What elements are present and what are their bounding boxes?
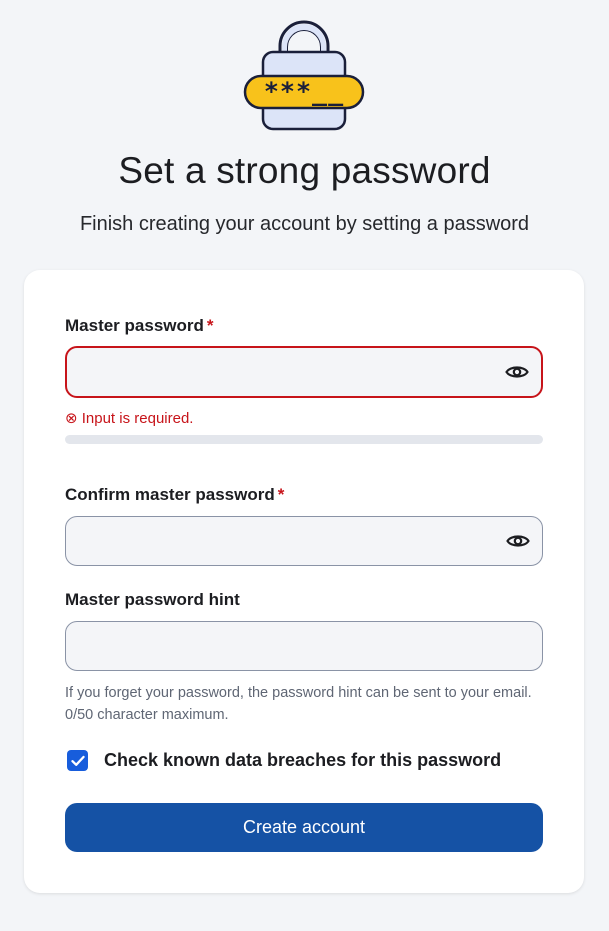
page-title: Set a strong password (118, 150, 491, 191)
master-password-label: Master password * (65, 316, 214, 336)
password-hint-input[interactable] (80, 622, 480, 670)
password-hint-help-text: If you forget your password, the passwor… (65, 685, 532, 723)
checkmark-icon (70, 755, 85, 766)
breach-check-checkbox[interactable] (67, 750, 88, 771)
breach-check-label[interactable]: Check known data breaches for this passw… (104, 750, 501, 771)
eye-icon (506, 535, 530, 547)
confirm-password-field[interactable] (65, 516, 543, 566)
master-password-error: ⊗ Input is required. (65, 410, 194, 427)
eye-icon (505, 366, 529, 378)
password-hint-field[interactable] (65, 621, 543, 671)
page-subtitle: Finish creating your account by setting … (79, 213, 530, 235)
master-password-label-text: Master password (65, 316, 204, 335)
confirm-password-label-text: Confirm master password (65, 485, 275, 504)
page: ***__ Set a strong password Finish creat… (0, 0, 609, 931)
confirm-password-label: Confirm master password * (65, 485, 284, 505)
lock-illustration-text: ***__ (264, 77, 344, 106)
master-password-input[interactable] (81, 348, 481, 396)
confirm-password-toggle-button[interactable] (504, 527, 532, 555)
create-account-button[interactable]: Create account (65, 803, 543, 852)
master-password-field[interactable] (65, 346, 543, 398)
required-asterisk: * (206, 316, 214, 335)
lock-illustration-icon: ***__ (243, 20, 365, 131)
password-hint-label: Master password hint (65, 590, 240, 609)
master-password-toggle-button[interactable] (503, 358, 531, 386)
required-asterisk: * (277, 485, 285, 504)
confirm-password-input[interactable] (80, 517, 480, 565)
password-strength-meter (65, 435, 543, 444)
